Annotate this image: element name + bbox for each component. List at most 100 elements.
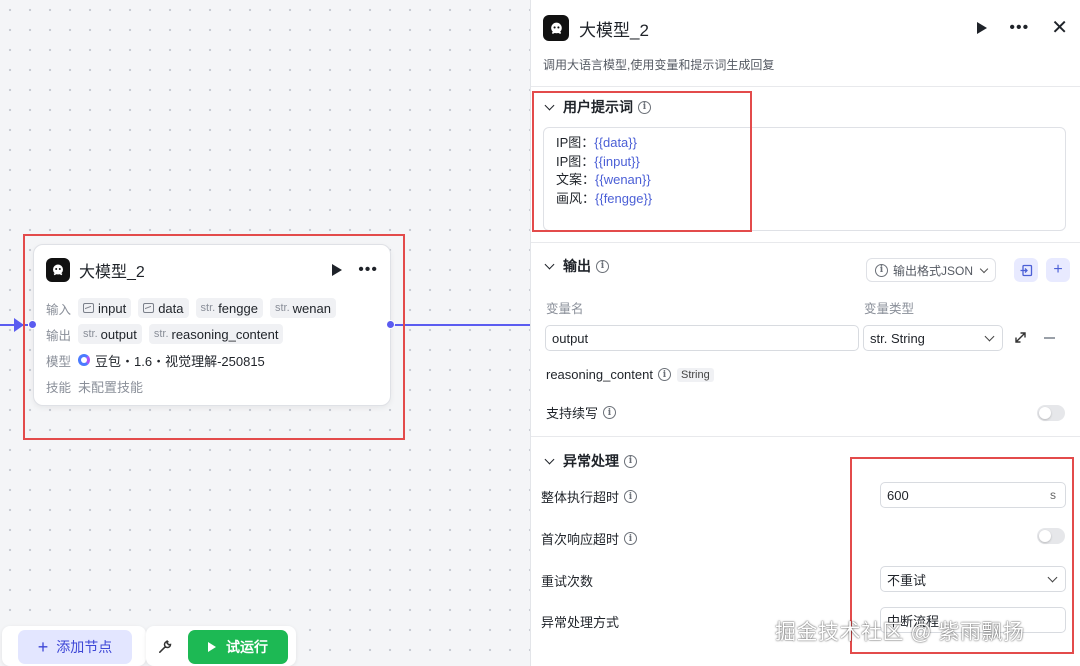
inputs-label: 输入 (46, 302, 72, 317)
llm-node-card[interactable]: 大模型_2 ••• 输入 input data str. fengge str. w… (33, 244, 391, 406)
prompt-line-label: IP图： (556, 153, 595, 169)
output-toolbar: i 输出格式JSON + (865, 258, 1070, 282)
node-run-play-icon[interactable] (332, 264, 343, 276)
node-outputs-row: 输出 str. output str. reasoning_content (34, 321, 390, 347)
node-model-row: 模型 豆包・1.6・视觉理解-250815 (34, 347, 390, 373)
user-prompt-title: 用户提示词 (563, 99, 633, 115)
outgoing-edge (392, 324, 532, 326)
skill-value: 未配置技能 (78, 379, 144, 395)
info-icon[interactable]: i (624, 454, 637, 468)
info-icon[interactable]: i (624, 532, 638, 545)
node-input-port[interactable] (28, 320, 37, 329)
var-name-value: output (552, 330, 589, 346)
retry-row: 重试次数 (541, 571, 593, 590)
output-chip-output: str. output (78, 324, 142, 344)
add-node-label: 添加节点 (56, 639, 113, 655)
var-name-column-header: 变量名 (546, 302, 584, 316)
import-icon[interactable] (1014, 258, 1038, 282)
input-chip-name: data (158, 300, 184, 316)
var-type-value: str. String (870, 330, 925, 346)
prompt-variable: {{input}} (594, 153, 640, 169)
var-type-column-header: 变量类型 (864, 302, 915, 316)
panel-more-icon[interactable]: ••• (1009, 20, 1029, 36)
node-more-icon[interactable]: ••• (358, 262, 378, 278)
input-chip-name: wenan (292, 300, 331, 316)
handling-label: 异常处理方式 (541, 615, 620, 630)
input-chip-name: input (98, 300, 127, 316)
info-icon[interactable]: i (624, 490, 638, 503)
output-format-label: 输出格式JSON (892, 263, 973, 278)
panel-title[interactable]: 大模型_2 (579, 16, 977, 41)
continue-writing-toggle[interactable] (1037, 405, 1065, 421)
user-prompt-header[interactable]: 用户提示词 i (531, 87, 1080, 127)
output-format-select[interactable]: i 输出格式JSON (865, 258, 996, 282)
node-skill-row: 技能 未配置技能 (34, 373, 390, 399)
node-output-port[interactable] (386, 320, 395, 329)
prompt-line: 文案：{{wenan}} (556, 171, 1053, 190)
image-icon (143, 303, 155, 313)
chevron-down-icon (984, 331, 995, 342)
wrench-icon[interactable] (158, 640, 172, 654)
timeout-unit: s (1050, 488, 1056, 502)
input-chip-fengge: str. fengge (195, 298, 263, 318)
play-icon (208, 642, 216, 652)
prompt-line-label: 文案： (556, 172, 596, 187)
first-response-row: 首次响应超时 i (541, 529, 638, 548)
timeout-input[interactable]: 600 s (880, 482, 1066, 508)
model-label: 模型 (46, 354, 72, 369)
add-node-button[interactable]: + 添加节点 (18, 630, 132, 664)
input-chip-wenan: str. wenan (269, 298, 336, 318)
exception-title: 异常处理 (563, 453, 619, 469)
chevron-down-icon (544, 259, 555, 269)
info-icon[interactable]: i (603, 406, 617, 419)
continue-writing-label: 支持续写 (546, 406, 599, 421)
user-prompt-section: 用户提示词 i IP图：{{data}} IP图：{{input}} 文案：{{… (531, 86, 1080, 242)
input-chip-input: input (78, 298, 132, 318)
output-chip-reasoning: str. reasoning_content (148, 324, 284, 344)
skill-label: 技能 (46, 380, 72, 395)
reasoning-type-tag: String (676, 367, 714, 382)
test-run-label: 试运行 (226, 639, 268, 655)
exception-header[interactable]: 异常处理 i (531, 437, 1080, 485)
retry-label: 重试次数 (541, 574, 594, 589)
prompt-variable: {{fengge}} (595, 190, 653, 206)
prompt-line: 画风：{{fengge}} (556, 190, 1053, 209)
prompt-variable: {{data}} (594, 135, 637, 150)
user-prompt-editor[interactable]: IP图：{{data}} IP图：{{input}} 文案：{{wenan}} … (543, 127, 1066, 231)
close-icon[interactable]: ✕ (1051, 18, 1068, 38)
info-icon[interactable]: i (638, 100, 651, 114)
plus-icon: + (37, 637, 49, 657)
node-header: 大模型_2 ••• (34, 245, 390, 295)
str-type-prefix: str. (83, 328, 98, 340)
retry-value: 不重试 (887, 572, 927, 588)
prompt-line-label: IP图： (556, 135, 595, 150)
image-icon (83, 303, 94, 313)
str-type-prefix: str. (274, 302, 290, 314)
panel-description: 调用大语言模型,使用变量和提示词生成回复 (543, 58, 775, 72)
expand-icon[interactable] (1014, 331, 1027, 344)
doubao-model-icon (78, 354, 90, 366)
first-response-label: 首次响应超时 (541, 532, 620, 547)
model-value: 豆包・1.6・视觉理解-250815 (95, 353, 265, 369)
output-var-type-select[interactable]: str. String (863, 325, 1003, 351)
first-response-toggle[interactable] (1037, 528, 1065, 544)
info-icon[interactable]: i (596, 259, 609, 273)
prompt-line: IP图：{{input}} (556, 153, 1053, 172)
remove-output-icon[interactable] (1044, 337, 1055, 339)
chevron-down-icon (544, 454, 555, 464)
panel-run-play-icon[interactable] (977, 22, 988, 34)
prompt-variable: {{wenan}} (595, 172, 651, 187)
input-chip-name: fengge (218, 300, 258, 316)
timeout-row: 整体执行超时 i (541, 487, 638, 506)
handling-row: 异常处理方式 (541, 612, 619, 631)
info-icon[interactable]: i (657, 368, 671, 381)
outputs-label: 输出 (46, 328, 72, 343)
test-run-button[interactable]: 试运行 (188, 630, 288, 664)
str-type-prefix: str. (200, 302, 216, 314)
prompt-line-label: 画风： (556, 190, 596, 206)
add-output-button[interactable]: + (1046, 258, 1070, 282)
retry-select[interactable]: 不重试 (880, 566, 1066, 592)
output-var-name-input[interactable]: output (545, 325, 859, 351)
str-type-prefix: str. (153, 328, 169, 340)
chevron-down-icon (979, 264, 989, 273)
